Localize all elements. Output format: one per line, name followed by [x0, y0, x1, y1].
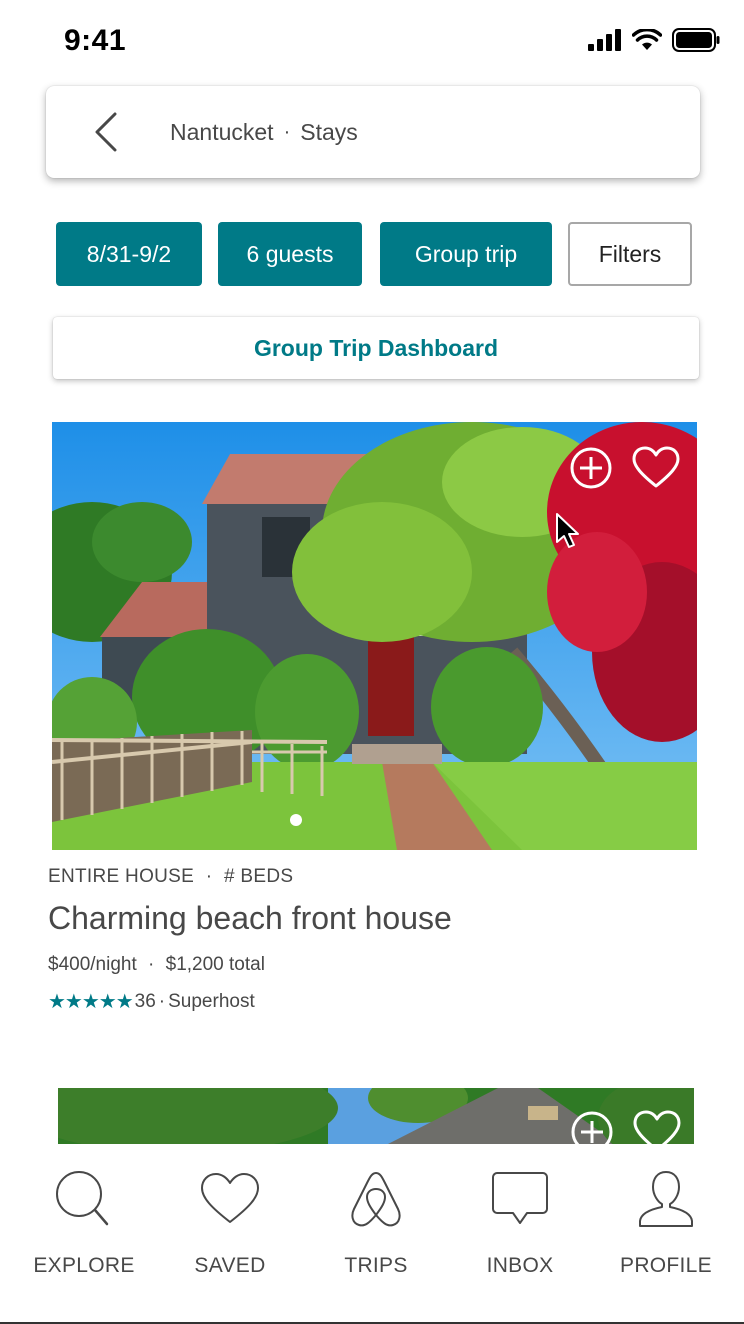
search-header[interactable]: Nantucket · Stays: [46, 86, 700, 178]
header-category: Stays: [300, 119, 358, 145]
bottom-nav: EXPLORE SAVED TRIPS INBOX PROFILE: [0, 1144, 744, 1324]
listing-beds: # BEDS: [223, 866, 294, 887]
back-button[interactable]: [86, 110, 126, 154]
status-icons: [588, 28, 720, 52]
nav-profile[interactable]: PROFILE: [596, 1164, 736, 1278]
status-time: 9:41: [64, 24, 127, 57]
guests-filter-button[interactable]: 6 guests: [218, 222, 362, 286]
status-bar: 9:41: [0, 0, 744, 80]
superhost-badge: Superhost: [168, 990, 255, 1012]
group-trip-dashboard-button[interactable]: Group Trip Dashboard: [53, 317, 699, 379]
header-title[interactable]: Nantucket · Stays: [170, 119, 358, 146]
photo-action-icons: [569, 446, 681, 490]
battery-icon: [672, 28, 720, 52]
nav-saved[interactable]: SAVED: [160, 1164, 300, 1278]
meta-separator: ·: [205, 866, 213, 887]
rating-separator: ·: [158, 990, 166, 1012]
group-trip-filter-button[interactable]: Group trip: [380, 222, 552, 286]
chevron-left-icon: [95, 112, 117, 152]
listing-meta: ENTIRE HOUSE · # BEDS: [48, 866, 293, 888]
listing-photo-2[interactable]: [58, 1088, 694, 1144]
price-per-night: $400/night: [48, 954, 137, 975]
listing-price: $400/night · $1,200 total: [48, 954, 265, 976]
nav-profile-label: PROFILE: [620, 1254, 712, 1277]
chat-bubble-icon: [492, 1172, 548, 1224]
nav-trips[interactable]: TRIPS: [306, 1164, 446, 1278]
header-location: Nantucket: [170, 119, 274, 145]
listing-rating: ★★★★★ 36 · Superhost: [48, 989, 255, 1014]
rating-count: 36: [134, 990, 156, 1012]
nav-trips-label: TRIPS: [344, 1254, 408, 1277]
header-separator: ·: [283, 121, 291, 143]
carousel-indicator-dot: [290, 814, 302, 826]
photo-2-action-icons: [570, 1110, 682, 1144]
heart-icon[interactable]: [631, 446, 681, 490]
listing-type: ENTIRE HOUSE: [48, 866, 195, 887]
heart-icon: [201, 1173, 259, 1223]
listing-title[interactable]: Charming beach front house: [48, 900, 452, 937]
airbnb-logo-icon: [351, 1172, 401, 1227]
nav-inbox[interactable]: INBOX: [450, 1164, 590, 1278]
mouse-cursor-icon: [556, 513, 579, 548]
nav-explore[interactable]: EXPLORE: [14, 1164, 154, 1278]
cellular-signal-icon: [588, 29, 621, 51]
heart-icon[interactable]: [632, 1110, 682, 1144]
dates-filter-button[interactable]: 8/31-9/2: [56, 222, 202, 286]
nav-explore-label: EXPLORE: [33, 1254, 135, 1277]
price-total: $1,200 total: [165, 954, 265, 975]
star-rating-icons: ★★★★★: [48, 991, 134, 1013]
nav-saved-label: SAVED: [194, 1254, 266, 1277]
nav-inbox-label: INBOX: [486, 1254, 554, 1277]
add-circle-icon[interactable]: [570, 1110, 614, 1144]
person-icon: [639, 1171, 693, 1227]
price-separator: ·: [148, 954, 155, 975]
wifi-icon: [632, 29, 662, 50]
search-icon: [56, 1171, 109, 1226]
filters-button[interactable]: Filters: [568, 222, 692, 286]
listing-photo[interactable]: [52, 422, 697, 850]
add-circle-icon[interactable]: [569, 446, 613, 490]
